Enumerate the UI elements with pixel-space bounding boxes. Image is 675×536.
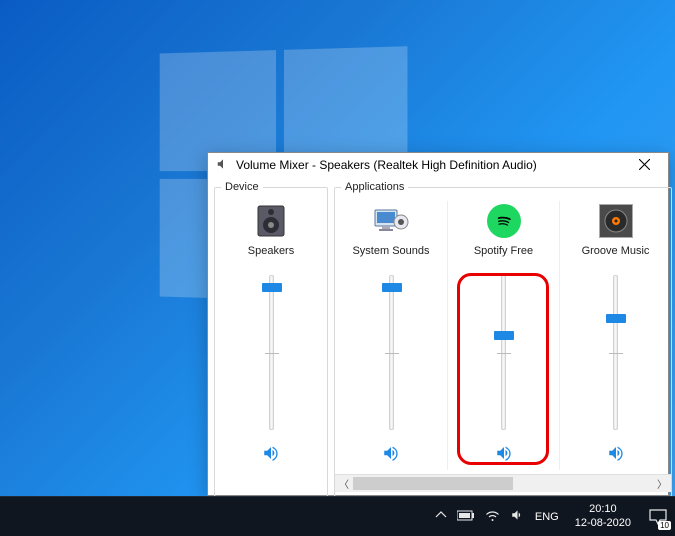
scroll-right-arrow[interactable]: 〉 (653, 476, 671, 491)
app-mute-button[interactable] (603, 440, 629, 470)
app-label: System Sounds (352, 245, 429, 257)
applications-legend: Applications (341, 181, 408, 193)
close-button[interactable] (629, 153, 660, 177)
app-volume-slider[interactable] (371, 275, 411, 430)
clock[interactable]: 20:10 12-08-2020 (575, 503, 631, 529)
app-volume-slider[interactable] (484, 275, 524, 430)
wifi-icon[interactable] (485, 509, 500, 524)
battery-icon[interactable] (457, 509, 475, 524)
device-label: Speakers (248, 245, 294, 257)
language-indicator[interactable]: ENG (535, 511, 559, 523)
speakers-device-icon[interactable] (253, 203, 289, 239)
action-center-icon[interactable]: 10 (647, 506, 669, 528)
app-mute-button[interactable] (491, 440, 517, 470)
speaker-icon (216, 157, 230, 174)
scroll-left-arrow[interactable]: 〈 (335, 476, 353, 491)
system-sounds-icon[interactable] (373, 203, 409, 239)
device-channel: Speakers (215, 201, 327, 470)
app-channel-system-sounds: System Sounds (335, 201, 447, 470)
applications-section: Applications System Sounds (334, 181, 672, 497)
app-channel-spotify: Spotify Free (447, 201, 559, 470)
app-label: Spotify Free (474, 245, 533, 257)
taskbar: ENG 20:10 12-08-2020 10 (0, 496, 675, 536)
groove-music-icon[interactable] (598, 203, 634, 239)
device-mute-button[interactable] (258, 440, 284, 470)
scrollbar-thumb[interactable] (353, 477, 513, 490)
spotify-icon[interactable] (486, 203, 522, 239)
notification-badge: 10 (658, 521, 671, 530)
app-label: Groove Music (582, 245, 650, 257)
app-mute-button[interactable] (378, 440, 404, 470)
device-section: Device Speakers (214, 181, 328, 497)
window-title: Volume Mixer - Speakers (Realtek High De… (236, 158, 629, 172)
clock-time: 20:10 (575, 503, 631, 516)
clock-date: 12-08-2020 (575, 517, 631, 530)
device-legend: Device (221, 181, 263, 193)
volume-icon[interactable] (510, 508, 525, 525)
titlebar[interactable]: Volume Mixer - Speakers (Realtek High De… (208, 153, 668, 177)
app-volume-slider[interactable] (596, 275, 636, 430)
volume-mixer-window: Volume Mixer - Speakers (Realtek High De… (207, 152, 669, 496)
device-volume-slider[interactable] (251, 275, 291, 430)
app-channel-groove: Groove Music (559, 201, 671, 470)
tray-overflow-icon[interactable] (435, 509, 447, 524)
apps-horizontal-scrollbar[interactable]: 〈 〉 (335, 474, 671, 492)
